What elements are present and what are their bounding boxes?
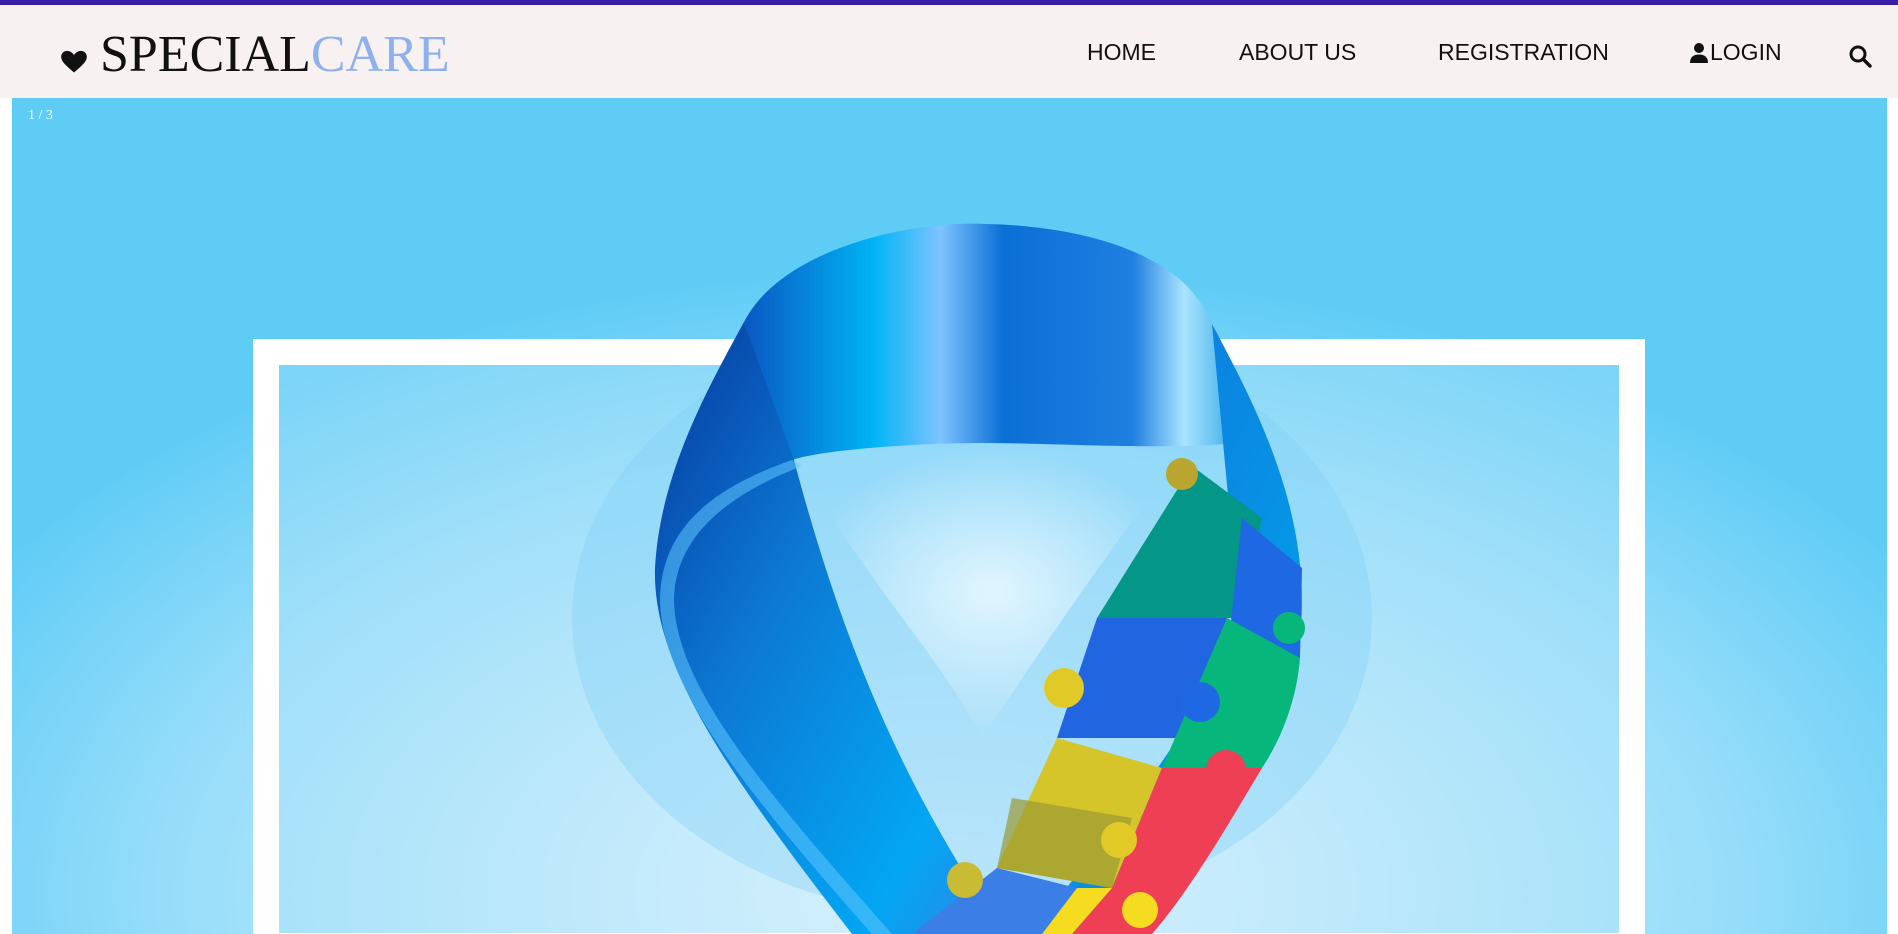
nav-home-link[interactable]: HOME	[1087, 39, 1156, 66]
nav-registration-link[interactable]: REGISTRATION	[1438, 39, 1609, 66]
search-icon	[1849, 45, 1872, 68]
nav-login-link[interactable]: LOGIN	[1689, 39, 1782, 66]
nav-login-label: LOGIN	[1710, 39, 1782, 65]
search-button[interactable]	[1848, 44, 1872, 68]
nav-about-link[interactable]: ABOUT US	[1239, 39, 1356, 66]
user-icon	[1690, 42, 1708, 63]
main-nav: HOME ABOUT US REGISTRATION LOGIN	[0, 5, 1898, 98]
awareness-ribbon-image	[572, 223, 1372, 934]
slide-counter: 1 / 3	[28, 108, 53, 123]
hero-slider[interactable]: 1 / 3	[12, 98, 1887, 934]
